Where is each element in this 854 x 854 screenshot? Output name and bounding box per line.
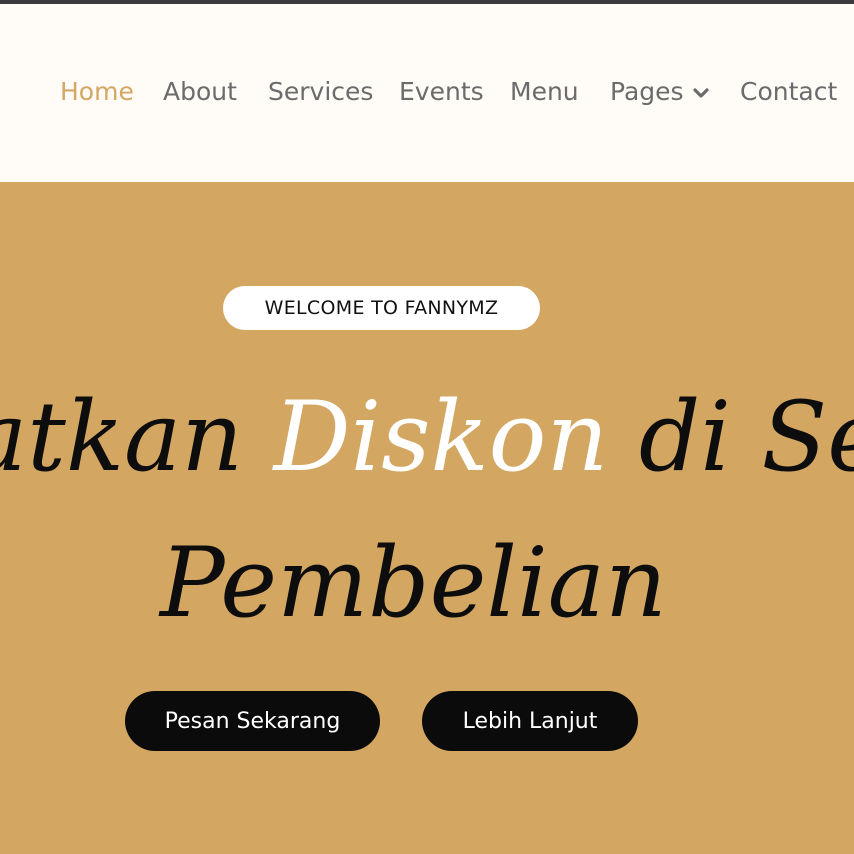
nav-item-pages-label: Pages [610, 77, 684, 106]
navbar: Home About Services Events Menu Pages Co… [0, 4, 854, 182]
learn-more-button[interactable]: Lebih Lanjut [422, 691, 638, 751]
nav-item-contact[interactable]: Contact [740, 76, 837, 108]
hero-headline-line1: atkan Diskon di Set [0, 382, 854, 492]
headline-text-start: atkan [0, 381, 274, 493]
nav-item-about[interactable]: About [163, 76, 237, 108]
nav-item-events[interactable]: Events [399, 76, 484, 108]
headline-text-end: di Set [638, 381, 854, 493]
hero-section: WELCOME TO FANNYMZ atkan Diskon di Set P… [0, 182, 854, 854]
nav-item-home[interactable]: Home [60, 76, 134, 108]
welcome-badge: WELCOME TO FANNYMZ [223, 286, 540, 330]
hero-headline-line2: Pembelian [160, 527, 667, 639]
nav-item-pages[interactable]: Pages [610, 76, 710, 108]
nav-item-services[interactable]: Services [268, 76, 373, 108]
nav-item-menu[interactable]: Menu [510, 76, 579, 108]
headline-highlight: Diskon [273, 381, 609, 493]
order-now-button[interactable]: Pesan Sekarang [125, 691, 380, 751]
chevron-down-icon [692, 88, 709, 98]
